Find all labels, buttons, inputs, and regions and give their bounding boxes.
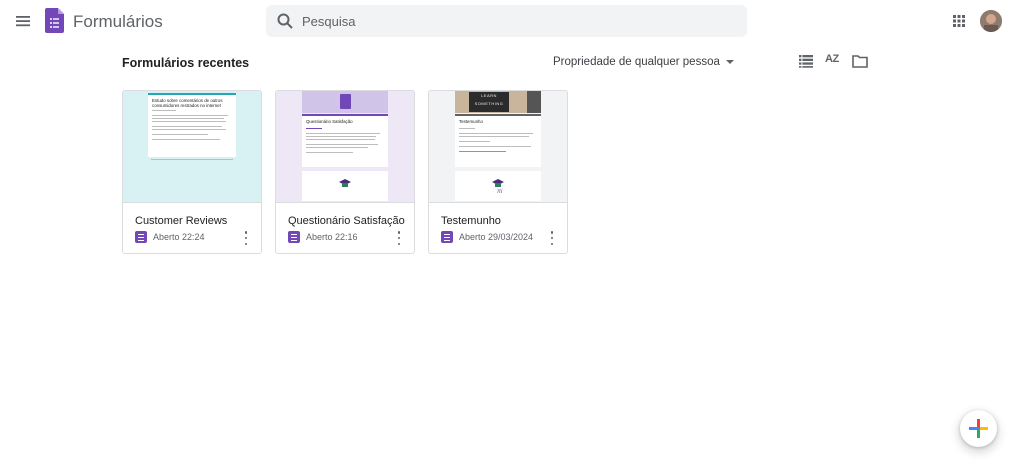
form-card[interactable]: LEARN SOMETHING Testemunho πi Testemunho… [428,90,568,254]
thumbnail-title: Questionário Satisfação [306,119,353,124]
form-meta: Aberto 29/03/2024 [441,231,533,243]
thumbnail-title: Testemunho [459,119,483,124]
more-vert-icon[interactable] [243,231,249,245]
forms-file-icon [135,231,147,243]
sort-az-icon[interactable]: AZ [825,53,839,65]
form-title: Questionário Satisfação [288,215,405,227]
graduation-cap-icon [492,179,504,187]
graduation-cap-icon [339,179,351,187]
add-icon [969,419,988,438]
thumbnail-section [302,171,388,201]
chevron-down-icon [725,60,734,64]
top-bar: Formulários [0,0,1024,42]
form-title: Customer Reviews [135,215,228,227]
forms-file-icon [441,231,453,243]
thumbnail-banner-board: LEARN SOMETHING [469,92,509,112]
search-icon[interactable] [276,12,294,30]
thumbnail-banner: LEARN SOMETHING [455,91,541,113]
form-title: Testemunho [441,215,501,227]
avatar[interactable] [980,10,1002,32]
owner-filter-dropdown[interactable]: Propriedade de qualquer pessoa [553,54,734,70]
opened-time: Aberto 29/03/2024 [459,232,534,242]
app-title[interactable]: Formulários [73,12,163,32]
thumbnail-section: πi [455,171,541,201]
opened-time: Aberto 22:24 [153,232,205,242]
thumbnail-document: Testemunho [455,114,541,167]
forms-file-icon [288,231,300,243]
more-vert-icon[interactable] [549,231,555,245]
form-card[interactable]: Questionário Satisfação Questionário Sat… [275,90,415,254]
form-meta: Aberto 22:24 [135,231,205,243]
thumbnail-document: Questionário Satisfação [302,114,388,167]
more-vert-icon[interactable] [396,231,402,245]
form-meta: Aberto 22:16 [288,231,358,243]
hamburger-menu-icon[interactable] [12,10,34,32]
apps-grid-icon[interactable] [950,12,968,30]
folder-icon[interactable] [851,53,869,69]
list-view-icon[interactable] [797,53,815,69]
form-thumbnail: Questionário Satisfação [276,91,414,203]
forms-logo-icon[interactable] [45,8,64,33]
forms-logo-icon [340,94,351,109]
thumbnail-document: Estudo sobre comentários de outros consu… [148,93,236,157]
keyboard-image [527,91,541,113]
search-input[interactable] [302,5,732,37]
thumbnail-banner [302,91,388,113]
form-thumbnail: LEARN SOMETHING Testemunho πi [429,91,567,203]
add-form-button[interactable] [960,410,997,447]
form-card[interactable]: Estudo sobre comentários de outros consu… [122,90,262,254]
opened-time: Aberto 22:16 [306,232,358,242]
section-title: Formulários recentes [122,56,250,70]
thumbnail-title: Estudo sobre comentários de outros consu… [152,98,223,108]
thumbnail-footer [151,157,233,160]
owner-filter-label: Propriedade de qualquer pessoa [553,56,720,68]
search-bar[interactable] [266,5,747,37]
form-thumbnail: Estudo sobre comentários de outros consu… [123,91,261,203]
thumbnail-logo: πi [497,189,503,195]
